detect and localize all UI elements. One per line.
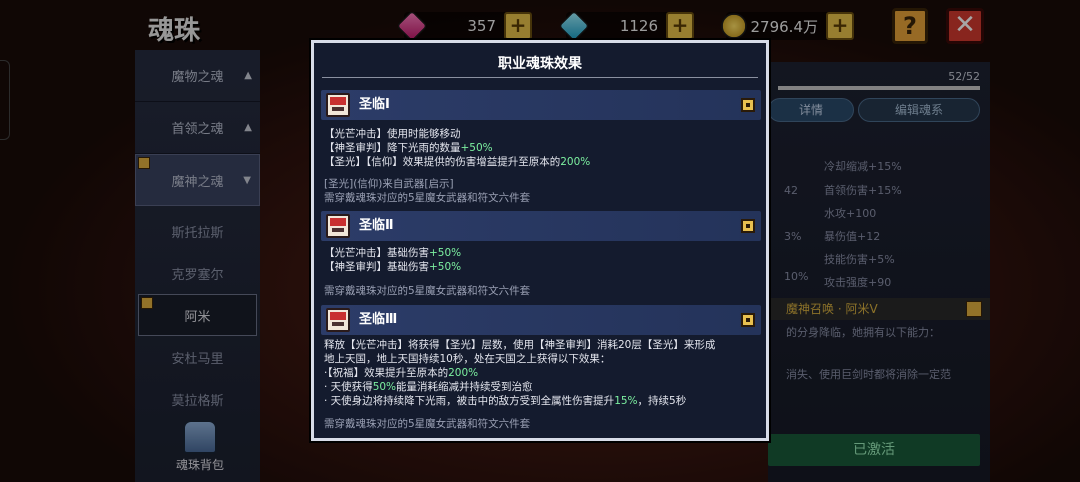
effect-note: [圣光](信仰)来自武器[启示] (324, 178, 454, 190)
skill-header: 圣临Ⅰ (321, 90, 761, 120)
trophy-icon (741, 219, 755, 233)
effect-line: 地上天国，地上天国持续10秒，处在天国之上获得以下效果： (324, 353, 611, 365)
skill-portrait-icon (326, 308, 350, 332)
requirement-text: 需穿戴魂珠对应的5星魔女武器和符文六件套 (324, 418, 531, 430)
class-soul-effect-dialog: 职业魂珠效果 圣临Ⅰ 【光芒冲击】使用时能够移动 【神圣审判】降下光雨的数量+5… (311, 40, 769, 441)
title-divider (322, 77, 758, 78)
effect-line: 【神圣审判】降下光雨的数量+50% (324, 142, 493, 154)
effect-line: 【圣光】【信仰】效果提供的伤害增益提升至原本的200% (324, 156, 591, 168)
effect-bullet: · 天使获得50%能量消耗缩减并持续受到治愈 (324, 381, 533, 393)
trophy-icon (741, 98, 755, 112)
effect-line: 释放【光芒冲击】将获得【圣光】层数，使用【神圣审判】消耗20层【圣光】来形成 (324, 339, 716, 351)
effect-bullet: ·【祝福】效果提升至原本的200% (324, 367, 479, 379)
skill-portrait-icon (326, 93, 350, 117)
skill-name: 圣临Ⅰ (359, 97, 390, 112)
effect-line: 【光芒冲击】基础伤害+50% (324, 247, 462, 259)
skill-header: 圣临Ⅱ (321, 211, 761, 241)
effect-bullet: · 天使身边将持续降下光雨，被击中的敌方受到全属性伤害提升15%，持续5秒 (324, 395, 687, 407)
dialog-title: 职业魂珠效果 (498, 56, 582, 72)
trophy-icon (741, 313, 755, 327)
effect-line: 【光芒冲击】使用时能够移动 (324, 128, 461, 140)
requirement-text: 需穿戴魂珠对应的5星魔女武器和符文六件套 (324, 192, 531, 204)
effect-line: 【神圣审判】基础伤害+50% (324, 261, 462, 273)
skill-header: 圣临Ⅲ (321, 305, 761, 335)
requirement-text: 需穿戴魂珠对应的5星魔女武器和符文六件套 (324, 285, 531, 297)
skill-name: 圣临Ⅲ (359, 312, 398, 327)
skill-name: 圣临Ⅱ (359, 218, 394, 233)
skill-portrait-icon (326, 214, 350, 238)
